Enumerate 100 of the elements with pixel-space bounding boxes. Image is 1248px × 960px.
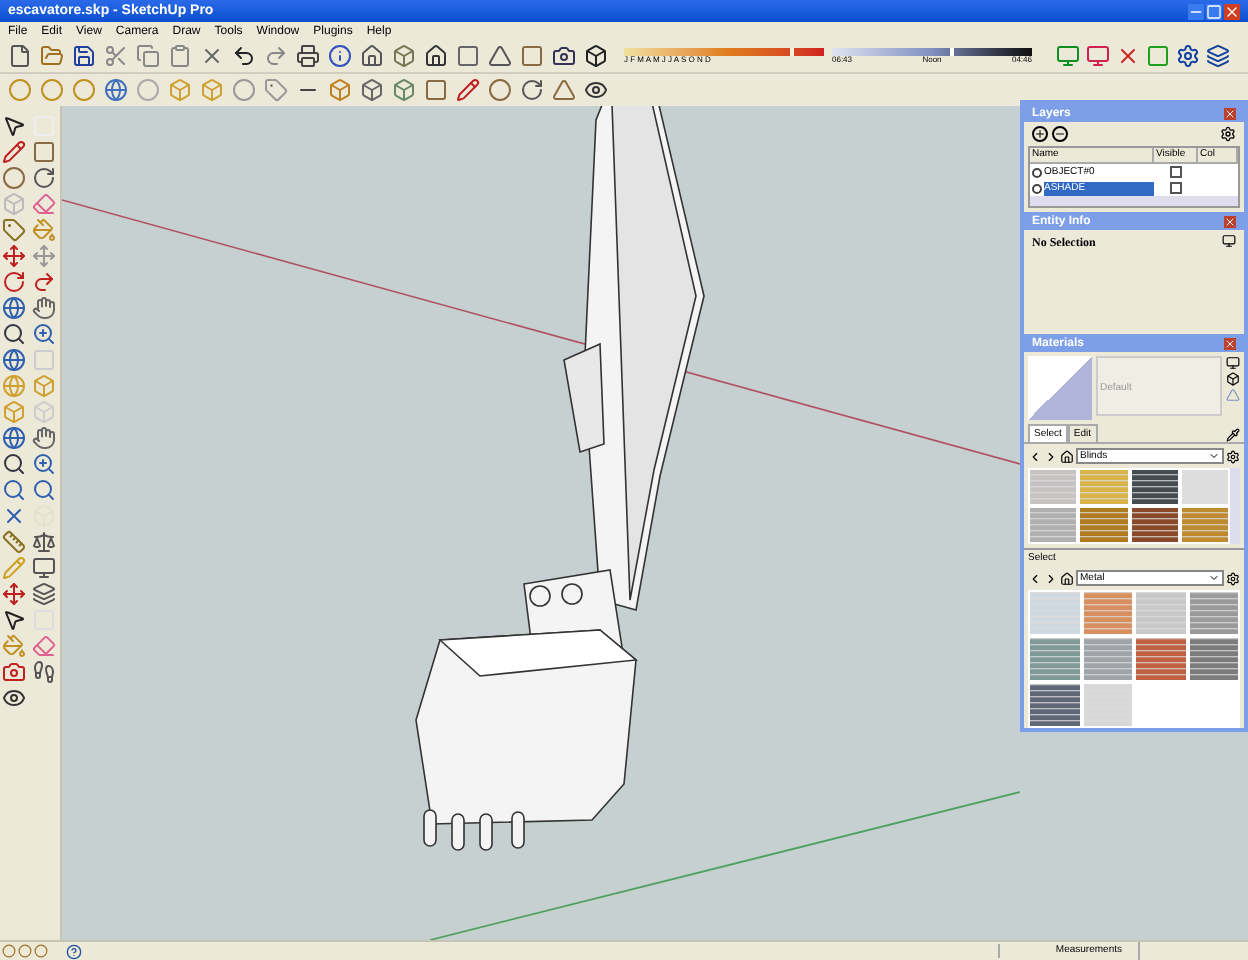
visible-checkbox[interactable] [1170,182,1182,194]
box-icon[interactable] [584,44,608,68]
box-icon[interactable] [1226,372,1240,386]
arc-icon[interactable] [31,166,55,190]
undo-icon[interactable] [232,44,256,68]
time-slider-thumb[interactable] [949,48,954,56]
cross-icon[interactable] [200,44,224,68]
tag-icon[interactable] [264,78,288,102]
details-icon[interactable] [1226,571,1240,585]
back-icon[interactable] [1028,571,1042,585]
pencil-icon[interactable] [456,78,480,102]
clipboard-icon[interactable] [168,44,192,68]
cross-icon[interactable] [2,504,26,528]
ruler-icon[interactable] [2,530,26,554]
triangle-icon[interactable] [552,78,576,102]
monitor-icon[interactable] [31,556,55,580]
save-icon[interactable] [72,44,96,68]
date-slider-thumb[interactable] [790,48,795,56]
back-icon[interactable] [1028,449,1042,463]
material-swatch[interactable] [1189,638,1238,680]
material-swatch[interactable] [1136,638,1185,680]
monitor-icon[interactable] [1222,234,1236,248]
details-icon[interactable] [1220,126,1236,142]
camera-icon[interactable] [552,44,576,68]
house-icon[interactable] [424,44,448,68]
material-swatch[interactable] [1030,592,1079,634]
arc-icon[interactable] [520,78,544,102]
pointer-icon[interactable] [2,608,26,632]
monitor-icon[interactable] [1226,356,1240,370]
material-swatch[interactable] [1030,684,1079,726]
material-swatch[interactable] [1083,592,1132,634]
triangle-icon[interactable] [488,44,512,68]
vertical-scrollbar[interactable] [1230,468,1240,544]
layers-icon[interactable] [31,582,55,606]
redo-icon[interactable] [264,44,288,68]
globe-icon[interactable] [2,296,26,320]
material-swatch[interactable] [1131,470,1178,504]
minimize-icon[interactable] [1188,3,1204,19]
material-swatch[interactable] [1080,470,1127,504]
search-icon[interactable] [2,322,26,346]
material-swatch[interactable] [1030,638,1079,680]
footprints-icon[interactable] [31,660,55,684]
circle-icon[interactable] [72,78,96,102]
close-icon[interactable] [1224,337,1236,349]
horizontal-scrollbar[interactable] [1030,196,1238,206]
axes-icon[interactable] [2,582,26,606]
material-swatch[interactable] [1030,508,1077,542]
home-icon[interactable] [1060,571,1074,585]
material-swatch[interactable] [1131,508,1178,542]
add-layer-icon[interactable] [1032,126,1048,142]
material-swatch[interactable] [1030,470,1077,504]
gear-icon[interactable] [1176,44,1200,68]
material-swatch[interactable] [1189,592,1238,634]
camera-icon[interactable] [2,660,26,684]
copy-icon[interactable] [136,44,160,68]
forward-icon[interactable] [1044,449,1058,463]
globe-icon[interactable] [2,426,26,450]
circle-icon[interactable] [488,78,512,102]
material-swatch[interactable] [1136,592,1185,634]
material-swatch[interactable] [1080,508,1127,542]
search-icon[interactable] [2,478,26,502]
house-icon[interactable] [360,44,384,68]
pointer-icon[interactable] [2,114,26,138]
info-icon[interactable] [328,44,352,68]
paint-bucket-icon[interactable] [31,218,55,242]
redo-icon[interactable] [31,270,55,294]
eyedropper-icon[interactable] [1226,428,1240,442]
zoom-icon[interactable] [31,452,55,476]
close-icon[interactable] [1224,107,1236,119]
material-swatch[interactable] [1181,508,1228,542]
remove-layer-icon[interactable] [1052,126,1068,142]
hand-icon[interactable] [31,296,55,320]
move-icon[interactable] [2,244,26,268]
move-icon[interactable] [31,244,55,268]
close-icon[interactable] [1224,3,1240,19]
search-icon[interactable] [31,478,55,502]
circle-icon[interactable] [2,166,26,190]
circle-icon[interactable] [40,78,64,102]
printer-icon[interactable] [296,44,320,68]
layers-icon[interactable] [1206,44,1230,68]
eraser-icon[interactable] [31,192,55,216]
close-icon[interactable] [1224,215,1236,227]
zoom-icon[interactable] [31,322,55,346]
pencil-icon[interactable] [2,140,26,164]
forward-icon[interactable] [1044,571,1058,585]
eye-icon[interactable] [584,78,608,102]
checkbox-icon[interactable] [1146,44,1170,68]
folder-icon[interactable] [40,44,64,68]
help-icon[interactable] [66,943,82,959]
eye-icon[interactable] [2,686,26,710]
scale-icon[interactable] [31,530,55,554]
hand-icon[interactable] [31,426,55,450]
file-icon[interactable] [8,44,32,68]
material-swatch[interactable] [1083,638,1132,680]
tag-icon[interactable] [2,218,26,242]
circle-icon[interactable] [232,78,256,102]
globe-icon[interactable] [2,348,26,372]
maximize-icon[interactable] [1206,3,1222,19]
globe-icon[interactable] [104,78,128,102]
home-icon[interactable] [1060,449,1074,463]
